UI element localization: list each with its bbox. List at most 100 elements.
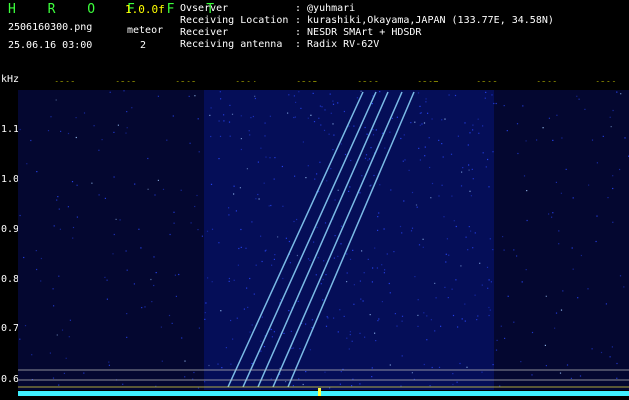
- noise-dot: [372, 134, 375, 136]
- noise-dot: [460, 185, 463, 187]
- noise-dot: [496, 339, 498, 341]
- noise-dot: [566, 364, 569, 366]
- noise-dot: [36, 268, 38, 271]
- noise-dot: [411, 372, 413, 374]
- noise-dot: [607, 197, 609, 199]
- noise-dot: [461, 171, 463, 173]
- noise-dot: [233, 193, 235, 195]
- freq-label-0-9: 0.9: [1, 224, 20, 235]
- noise-dot: [455, 225, 457, 228]
- noise-dot: [24, 325, 27, 327]
- noise-dot: [417, 325, 419, 327]
- noise-dot: [536, 139, 538, 141]
- noise-dot: [464, 303, 466, 305]
- noise-dot: [489, 238, 491, 240]
- noise-dot: [255, 264, 257, 266]
- noise-dot: [477, 315, 479, 317]
- noise-dot: [391, 117, 393, 119]
- noise-dot: [610, 126, 612, 128]
- noise-dot: [467, 249, 469, 251]
- noise-dot: [108, 361, 110, 363]
- noise-dot: [421, 123, 423, 125]
- noise-dot: [250, 117, 252, 119]
- noise-dot: [414, 121, 416, 123]
- noise-dot: [247, 306, 249, 308]
- noise-dot: [423, 122, 426, 124]
- noise-dot: [229, 135, 231, 137]
- noise-dot: [368, 158, 371, 160]
- noise-dot: [208, 364, 210, 367]
- noise-dot: [414, 276, 416, 278]
- noise-dot: [440, 325, 442, 327]
- noise-dot: [294, 116, 296, 118]
- noise-dot: [605, 303, 607, 305]
- noise-dot: [270, 378, 272, 380]
- noise-dot: [125, 132, 127, 134]
- noise-dot: [340, 143, 342, 145]
- noise-dot: [204, 318, 206, 320]
- noise-dot: [422, 238, 424, 240]
- info-value-location: : kurashiki,Okayama,JAPAN (133.77E, 34.5…: [295, 15, 554, 26]
- noise-dot: [204, 381, 206, 383]
- noise-dot: [430, 197, 432, 199]
- noise-dot: [453, 220, 455, 222]
- noise-dot: [517, 152, 519, 155]
- noise-dot: [346, 337, 348, 339]
- noise-dot: [134, 183, 136, 185]
- noise-dot: [311, 326, 313, 329]
- noise-dot: [396, 116, 398, 118]
- noise-dot: [263, 346, 266, 348]
- noise-dot: [485, 166, 487, 168]
- noise-dot: [320, 124, 322, 126]
- noise-dot: [424, 155, 426, 157]
- noise-dot: [531, 374, 533, 376]
- noise-dot: [49, 352, 51, 354]
- noise-dot: [361, 250, 363, 252]
- noise-dot: [572, 268, 574, 270]
- noise-dot: [383, 228, 385, 230]
- app-version: 1.0.0f: [125, 3, 165, 16]
- noise-dot: [353, 303, 355, 305]
- noise-dot: [612, 109, 614, 112]
- noise-dot: [171, 322, 173, 324]
- noise-dot: [40, 280, 42, 282]
- noise-dot: [554, 327, 556, 329]
- noise-dot: [460, 265, 462, 267]
- noise-dot: [173, 222, 175, 224]
- noise-dot: [340, 243, 342, 245]
- noise-dot: [441, 143, 443, 145]
- noise-dot: [255, 198, 257, 200]
- noise-dot: [352, 249, 354, 251]
- noise-dot: [452, 373, 454, 375]
- noise-dot: [443, 216, 445, 218]
- noise-dot: [321, 106, 323, 108]
- noise-dot: [469, 190, 471, 192]
- noise-dot: [290, 330, 292, 332]
- noise-dot: [452, 314, 455, 317]
- noise-dot: [71, 181, 74, 183]
- noise-dot: [330, 112, 332, 114]
- noise-dot: [153, 256, 155, 258]
- noise-dot: [425, 98, 427, 100]
- noise-dot: [381, 301, 383, 303]
- noise-dot: [326, 316, 328, 318]
- noise-dot: [257, 193, 259, 196]
- noise-dot: [181, 337, 183, 339]
- noise-dot: [344, 153, 347, 156]
- noise-dot: [401, 320, 403, 322]
- noise-dot: [383, 272, 385, 274]
- noise-dot: [251, 362, 253, 365]
- noise-dot: [246, 168, 248, 170]
- noise-dot: [350, 159, 352, 162]
- noise-dot: [513, 249, 515, 251]
- noise-dot: [459, 362, 461, 365]
- noise-dot: [298, 378, 300, 380]
- noise-dot: [410, 230, 413, 232]
- noise-dot: [169, 233, 171, 236]
- noise-dot: [144, 306, 146, 308]
- noise-dot: [269, 157, 271, 159]
- noise-dot: [489, 309, 491, 311]
- noise-dot: [305, 177, 307, 179]
- noise-dot: [522, 105, 524, 107]
- noise-dot: [285, 381, 287, 383]
